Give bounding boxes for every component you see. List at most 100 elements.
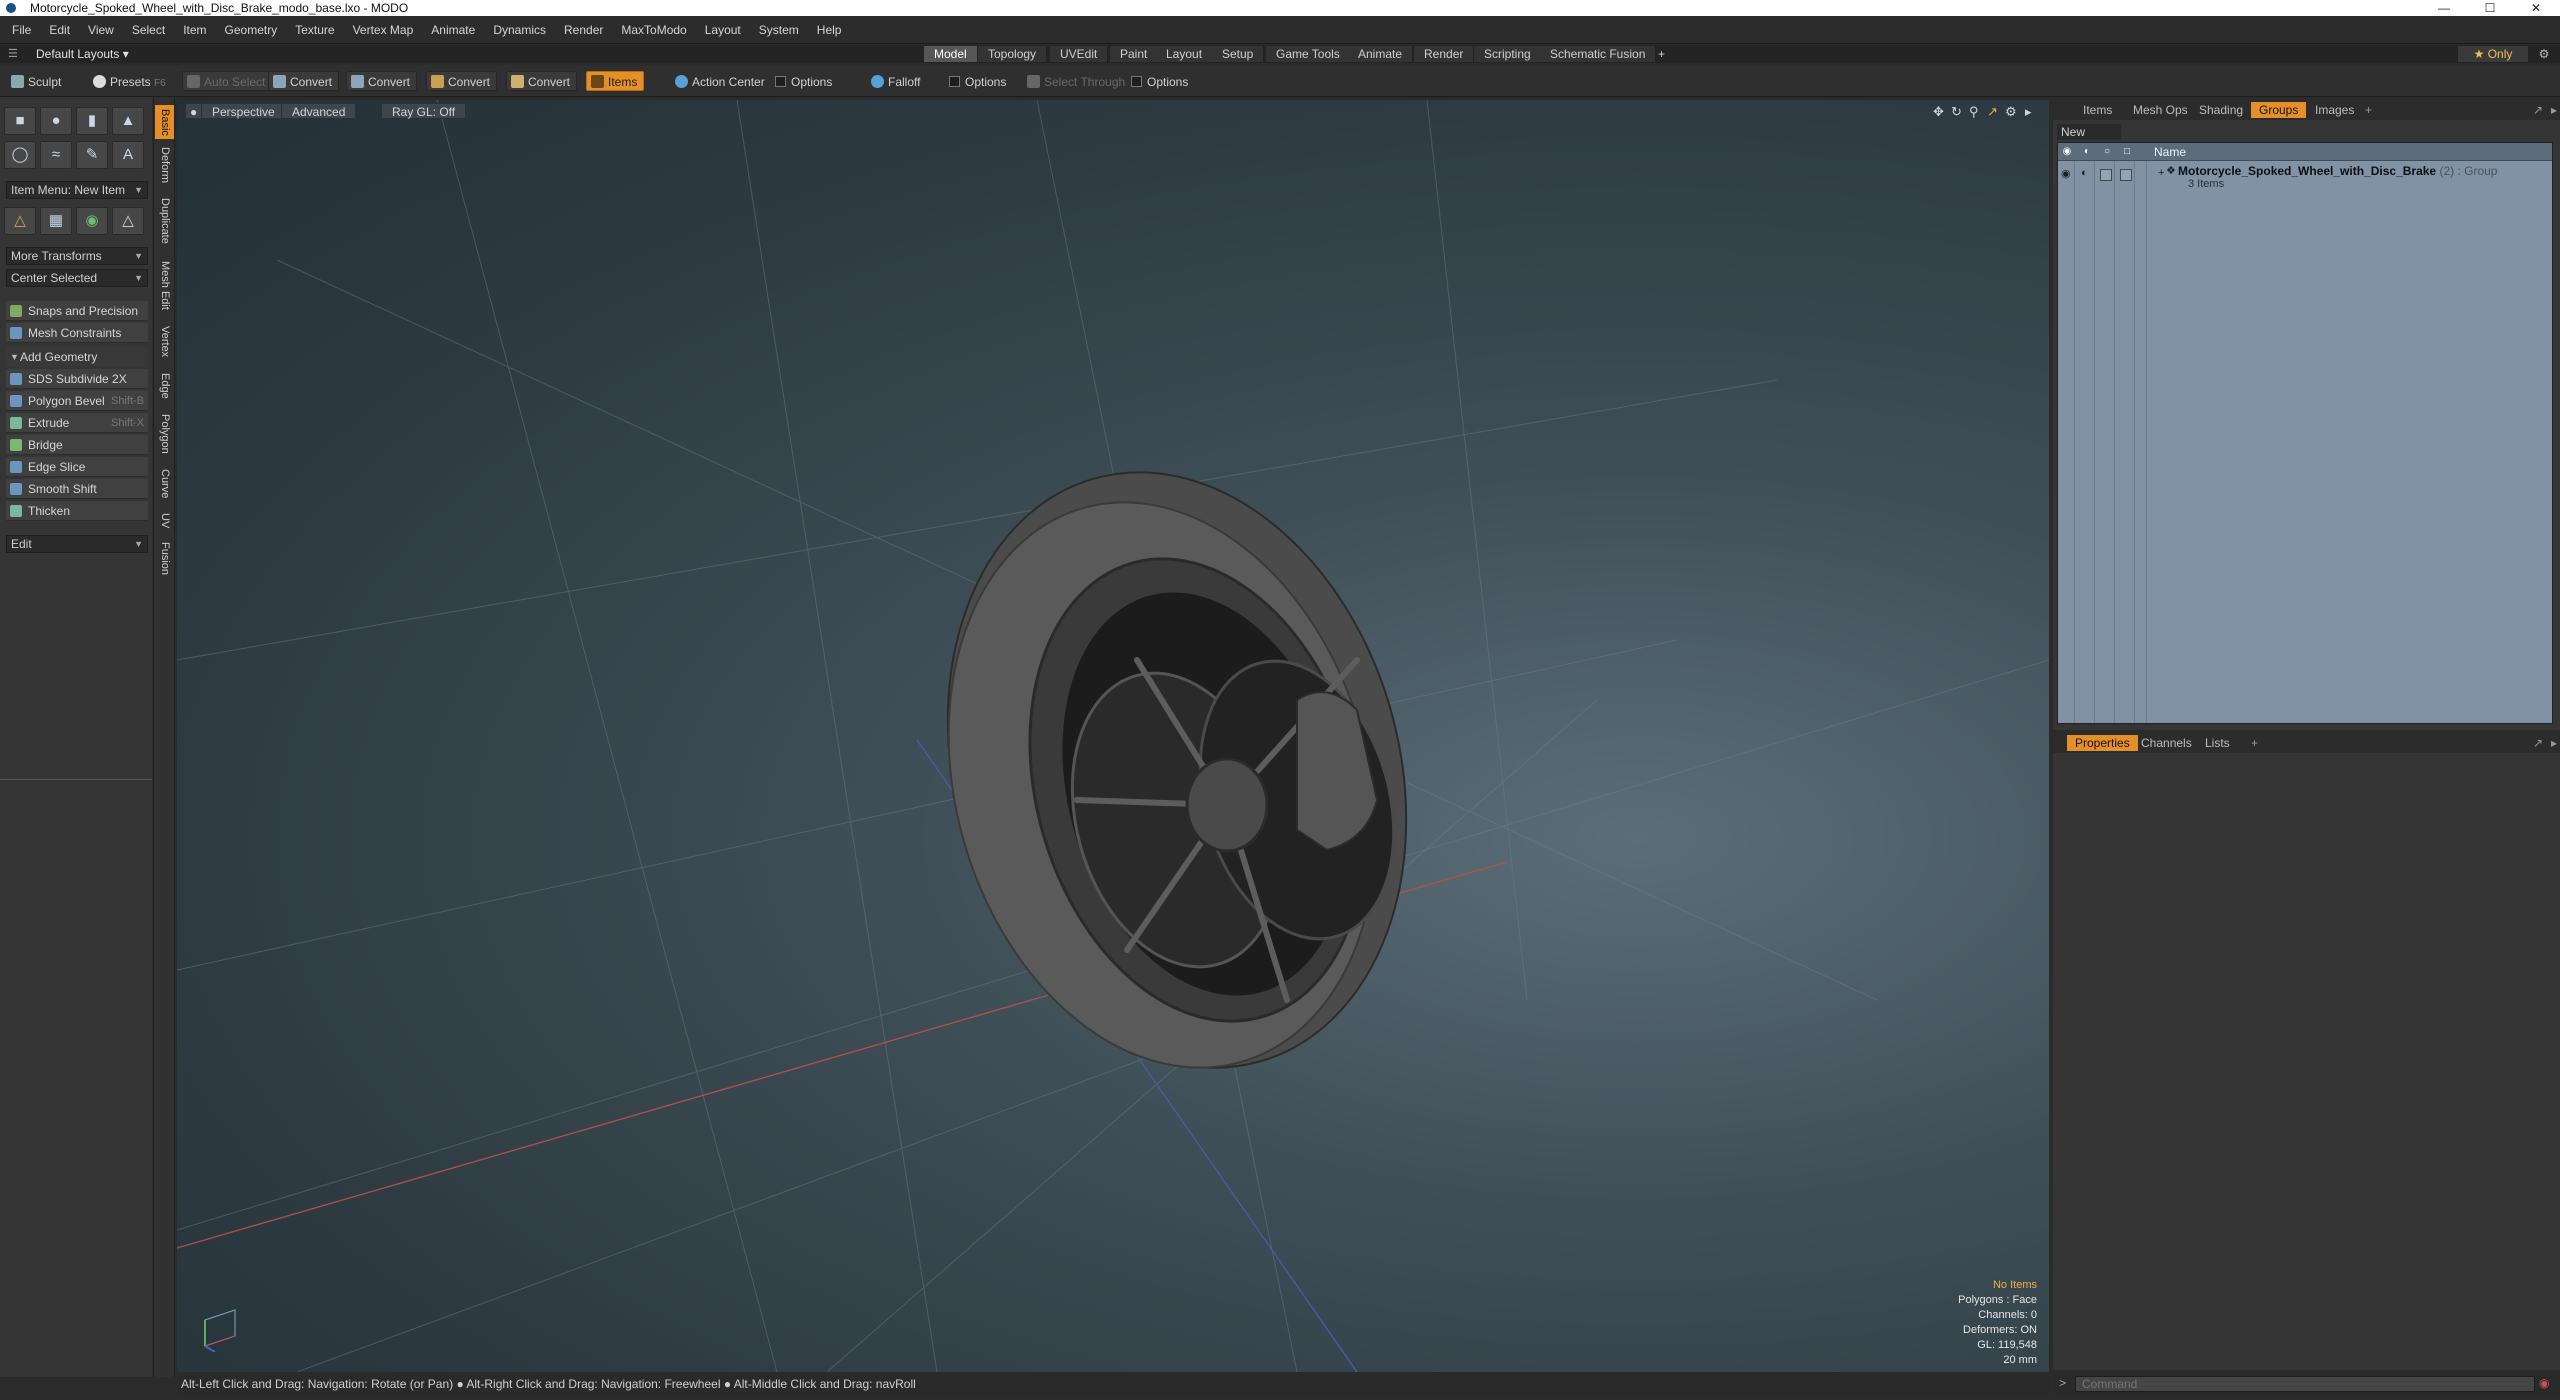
pin-icon[interactable]: ☰ (8, 47, 18, 60)
convert-vertices-button[interactable]: Convert (268, 71, 340, 91)
thicken-button[interactable]: Thicken (6, 501, 148, 521)
presets-button[interactable]: Presets F6 (88, 71, 173, 91)
expand-plus-icon[interactable]: + (2158, 167, 2164, 179)
grid-icon[interactable]: ▦ (40, 207, 72, 235)
tab-mesh-ops[interactable]: Mesh Ops (2125, 102, 2196, 118)
torus-icon[interactable]: ◯ (4, 141, 36, 169)
menu-texture[interactable]: Texture (286, 16, 343, 44)
render-toggle-icon[interactable]: ◐ (2081, 167, 2088, 179)
panel-menu-icon[interactable]: ▸ (2543, 102, 2560, 118)
viewport-menu-icon[interactable]: ● (185, 103, 203, 119)
menu-system[interactable]: System (750, 16, 808, 44)
menu-item[interactable]: Item (174, 16, 215, 44)
tab-topology[interactable]: Topology (978, 46, 1048, 62)
tab-model[interactable]: Model (924, 46, 978, 62)
vtab-uv[interactable]: UV (155, 509, 174, 533)
vtab-mesh-edit[interactable]: Mesh Edit (155, 255, 174, 315)
tab-setup[interactable]: Setup (1212, 46, 1265, 62)
maximize-icon[interactable]: ☐ (2470, 0, 2510, 16)
transform-icon[interactable]: △ (4, 207, 36, 235)
vtab-fusion[interactable]: Fusion (155, 539, 174, 579)
viewport-expand-icon[interactable]: ▸ (2025, 104, 2032, 120)
tab-layout[interactable]: Layout (1156, 46, 1214, 62)
convert-materials-button[interactable]: Convert (506, 71, 578, 91)
select-toggle[interactable] (2120, 169, 2132, 181)
group-row[interactable]: ◉ ◐ + ❖ Motorcycle_Spoked_Wheel_with_Dis… (2058, 161, 2552, 193)
rotate-icon[interactable]: ↻ (1951, 104, 1962, 120)
cylinder-icon[interactable]: ▮ (76, 107, 108, 135)
render-column-icon[interactable]: ◐ (2080, 145, 2094, 159)
pyramid-icon[interactable]: △ (112, 207, 144, 235)
tab-game-tools[interactable]: Game Tools (1266, 46, 1351, 62)
tab-render[interactable]: Render (1414, 46, 1475, 62)
tab-items[interactable]: Items (2075, 102, 2120, 118)
pan-icon[interactable]: ✥ (1933, 104, 1944, 120)
tab-paint[interactable]: Paint (1110, 46, 1159, 62)
only-button[interactable]: ★ Only (2458, 46, 2528, 62)
add-panel-tab-icon[interactable]: + (2243, 735, 2266, 751)
vtab-curve[interactable]: Curve (155, 465, 174, 503)
gear-icon[interactable]: ⚙ (2534, 46, 2554, 62)
auto-select-button[interactable]: Auto Select (182, 71, 273, 91)
menu-file[interactable]: File (0, 16, 40, 44)
select-options-button[interactable]: Options (1126, 71, 1195, 91)
ray-gl-toggle[interactable]: Ray GL: Off (381, 103, 467, 119)
cube-icon[interactable]: ■ (4, 107, 36, 135)
smooth-shift-button[interactable]: Smooth Shift (6, 479, 148, 499)
tab-groups[interactable]: Groups (2251, 102, 2307, 118)
tab-lists[interactable]: Lists (2197, 735, 2238, 751)
sculpt-button[interactable]: Sculpt (6, 71, 68, 91)
select-column-icon[interactable]: □ (2120, 145, 2134, 159)
text-icon[interactable]: A (112, 141, 144, 169)
menu-view[interactable]: View (79, 16, 123, 44)
tab-scripting[interactable]: Scripting (1474, 46, 1542, 62)
tab-channels[interactable]: Channels (2133, 735, 2200, 751)
lock-column-icon[interactable]: ○ (2100, 145, 2114, 159)
sds-subdivide-button[interactable]: SDS Subdivide 2X (6, 369, 148, 389)
menu-geometry[interactable]: Geometry (216, 16, 287, 44)
close-icon[interactable]: ✕ (2516, 0, 2556, 16)
vtab-basic[interactable]: Basic (155, 105, 174, 139)
add-tab-icon[interactable]: + (1648, 46, 1675, 62)
minimize-icon[interactable]: — (2424, 0, 2464, 16)
command-input[interactable] (2075, 1376, 2535, 1392)
visibility-column-icon[interactable]: ◉ (2060, 145, 2074, 159)
tab-properties[interactable]: Properties (2067, 735, 2138, 751)
menu-maxtomodo[interactable]: MaxToModo (612, 16, 695, 44)
vtab-deform[interactable]: Deform (155, 143, 174, 187)
action-center-options-button[interactable]: Options (770, 71, 839, 91)
tab-schematic-fusion[interactable]: Schematic Fusion (1540, 46, 1657, 62)
command-history-icon[interactable]: ◉ (2539, 1376, 2549, 1390)
vtab-duplicate[interactable]: Duplicate (155, 193, 174, 249)
polygon-bevel-button[interactable]: Polygon Bevel Shift-B (6, 391, 148, 411)
snaps-precision-button[interactable]: Snaps and Precision (6, 301, 148, 321)
view-type-dropdown[interactable]: Perspective (201, 103, 286, 119)
viewport-gear-icon[interactable]: ⚙ (2005, 104, 2017, 120)
vtab-polygon[interactable]: Polygon (155, 409, 174, 459)
center-selected-dropdown[interactable]: Center Selected ▼ (6, 269, 148, 287)
convert-polygons-button[interactable]: Convert (426, 71, 498, 91)
menu-render[interactable]: Render (555, 16, 612, 44)
globe-icon[interactable]: ◉ (76, 207, 108, 235)
menu-select[interactable]: Select (123, 16, 174, 44)
action-center-button[interactable]: Action Center (670, 71, 772, 91)
eye-icon[interactable]: ◉ (2061, 167, 2071, 180)
edit-dropdown[interactable]: Edit ▼ (6, 535, 148, 553)
add-geometry-header[interactable]: ▼ Add Geometry (6, 347, 148, 367)
cone-icon[interactable]: ▲ (112, 107, 144, 135)
select-through-button[interactable]: Select Through (1022, 71, 1132, 91)
tab-animate[interactable]: Animate (1348, 46, 1414, 62)
item-menu-dropdown[interactable]: Item Menu: New Item ▼ (6, 181, 148, 199)
menu-dynamics[interactable]: Dynamics (484, 16, 555, 44)
menu-help[interactable]: Help (808, 16, 851, 44)
pen-icon[interactable]: ✎ (76, 141, 108, 169)
menu-animate[interactable]: Animate (422, 16, 484, 44)
sphere-icon[interactable]: ● (40, 107, 72, 135)
fit-icon[interactable]: ↗ (1987, 104, 1998, 120)
tab-shading[interactable]: Shading (2191, 102, 2251, 118)
menu-layout[interactable]: Layout (696, 16, 750, 44)
tab-images[interactable]: Images (2307, 102, 2362, 118)
layouts-dropdown[interactable]: Default Layouts ▾ (36, 45, 129, 63)
new-group-button[interactable]: New Group (2057, 124, 2121, 155)
lock-toggle[interactable] (2100, 169, 2112, 181)
